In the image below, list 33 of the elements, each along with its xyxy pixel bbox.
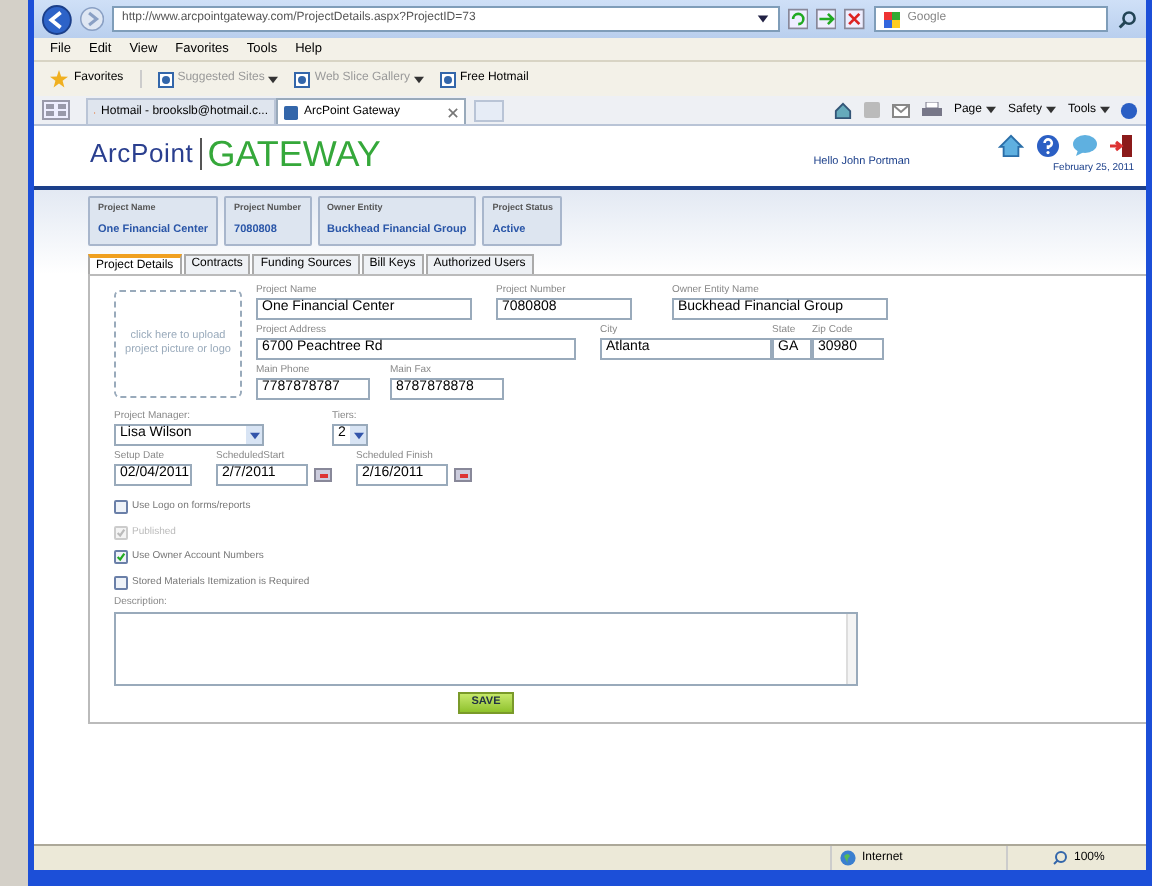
- home-icon[interactable]: [998, 134, 1024, 158]
- zoom-icon[interactable]: [1052, 850, 1068, 866]
- caret-icon[interactable]: [268, 75, 279, 83]
- caret-icon[interactable]: [413, 75, 424, 83]
- close-icon[interactable]: [448, 107, 458, 117]
- caret-icon[interactable]: [249, 431, 259, 439]
- globe-icon: [840, 850, 856, 866]
- calendar-icon[interactable]: [454, 468, 472, 482]
- go-icon[interactable]: [816, 8, 837, 30]
- close-icon[interactable]: [844, 8, 866, 30]
- logo-product: GATEWAY: [207, 135, 381, 172]
- printer-icon[interactable]: [921, 101, 942, 119]
- search-engine-icon: [883, 11, 900, 27]
- exit-door-icon[interactable]: [1110, 134, 1134, 158]
- checkbox[interactable]: [114, 500, 128, 515]
- dropdown-icon[interactable]: [756, 12, 771, 26]
- caret-icon[interactable]: [1100, 106, 1110, 114]
- chat-bubble-icon[interactable]: [1072, 134, 1098, 158]
- search-icon[interactable]: [1115, 7, 1138, 31]
- calendar-icon[interactable]: [314, 468, 332, 482]
- home-icon[interactable]: [833, 101, 852, 119]
- logo-brand: ArcPoint: [90, 136, 194, 172]
- refresh-icon[interactable]: [788, 8, 809, 30]
- caret-icon[interactable]: [353, 431, 363, 439]
- checkbox[interactable]: [114, 550, 128, 565]
- checkbox[interactable]: [114, 575, 128, 590]
- caret-icon[interactable]: [1045, 106, 1056, 114]
- tab-grid-icon[interactable]: [42, 100, 70, 120]
- back-icon[interactable]: [42, 3, 72, 35]
- mail-icon[interactable]: [891, 103, 910, 117]
- caret-icon[interactable]: [985, 106, 996, 114]
- star-icon: [50, 70, 68, 88]
- description-field[interactable]: [114, 611, 858, 685]
